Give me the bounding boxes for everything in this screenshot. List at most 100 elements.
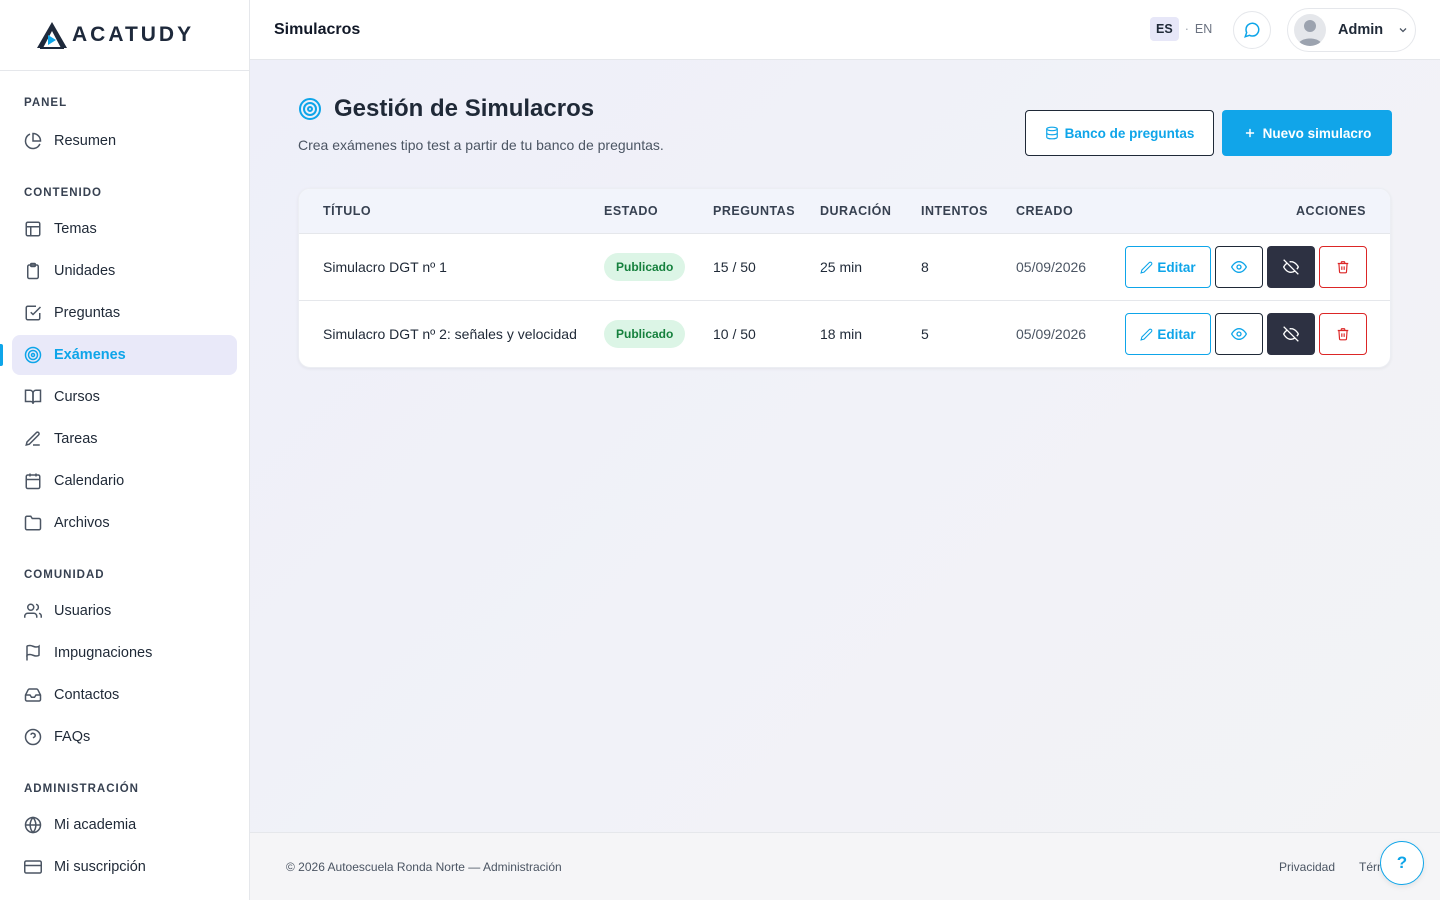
language-switcher: ES · EN [1150,17,1212,41]
sidebar-item-label: FAQs [54,729,91,745]
layout-icon [24,220,42,238]
sidebar-item-tareas[interactable]: Tareas [12,419,237,459]
plus-icon [1245,128,1254,138]
eye-off-icon [1283,259,1299,275]
topbar-title: Simulacros [274,20,361,38]
sidebar: ACATUDY PANEL Resumen CONTENIDO Temas Un… [0,0,250,900]
unpublish-button[interactable] [1267,313,1315,355]
new-exam-label: Nuevo simulacro [1262,125,1372,141]
sidebar-item-examenes[interactable]: Exámenes [0,335,237,375]
user-name: Admin [1338,22,1384,38]
sidebar-item-label: Contactos [54,687,120,703]
sidebar-item-unidades[interactable]: Unidades [12,251,237,291]
lang-separator: · [1184,22,1189,36]
nav-heading-administracion: ADMINISTRACIÓN [24,783,139,795]
sidebar-item-usuarios[interactable]: Usuarios [12,591,237,631]
table-row: Simulacro DGT nº 1 Publicado 15 / 50 25 … [299,234,1390,301]
footer: © 2026 Autoescuela Ronda Norte — Adminis… [250,832,1440,900]
column-header-duration[interactable]: DURACIÓN [820,204,891,218]
sidebar-item-label: Impugnaciones [54,645,153,661]
sidebar-item-label: Exámenes [54,347,126,363]
column-header-status[interactable]: ESTADO [604,204,658,218]
eye-icon [1231,327,1247,341]
eye-icon [1231,260,1247,274]
delete-button[interactable] [1319,246,1367,288]
question-bank-button[interactable]: Banco de preguntas [1025,110,1214,156]
sidebar-item-archivos[interactable]: Archivos [12,503,237,543]
sidebar-item-label: Resumen [54,133,117,149]
exam-questions: 10 / 50 [713,326,756,342]
page-title: Gestión de Simulacros [298,95,664,123]
eye-off-icon [1283,326,1299,342]
sidebar-item-faqs[interactable]: FAQs [12,717,237,757]
column-header-questions[interactable]: PREGUNTAS [713,204,795,218]
exam-created: 05/09/2026 [1016,259,1087,275]
column-header-actions: ACCIONES [1296,204,1366,218]
sidebar-item-label: Tareas [54,431,98,447]
sidebar-item-impugnaciones[interactable]: Impugnaciones [12,633,237,673]
sidebar-item-calendario[interactable]: Calendario [12,461,237,501]
nav-heading-contenido: CONTENIDO [24,187,102,199]
question-bank-label: Banco de preguntas [1064,125,1195,141]
sidebar-item-mi-suscripcion[interactable]: Mi suscripción [12,847,237,887]
sidebar-item-label: Mi academia [54,817,137,833]
help-circle-icon [24,728,42,746]
sidebar-item-preguntas[interactable]: Preguntas [12,293,237,333]
flag-icon [24,644,42,662]
table-row: Simulacro DGT nº 2: señales y velocidad … [299,301,1390,367]
column-header-attempts[interactable]: INTENTOS [921,204,988,218]
exam-title[interactable]: Simulacro DGT nº 2: señales y velocidad [323,326,577,342]
inbox-icon [24,686,42,704]
sidebar-item-label: Archivos [54,515,110,531]
nav-heading-comunidad: COMUNIDAD [24,569,105,581]
sidebar-item-temas[interactable]: Temas [12,209,237,249]
book-open-icon [24,388,42,406]
messages-button[interactable] [1233,11,1271,49]
status-badge: Publicado [604,320,686,348]
sidebar-item-label: Usuarios [54,603,112,619]
help-button[interactable]: ? [1380,841,1424,885]
exam-duration: 25 min [820,259,863,275]
exam-title[interactable]: Simulacro DGT nº 1 [323,259,447,275]
unpublish-button[interactable] [1267,246,1315,288]
lang-en-button[interactable]: EN [1195,22,1212,36]
trash-icon [1337,328,1349,341]
brand-logo[interactable]: ACATUDY [0,0,249,71]
sidebar-item-contactos[interactable]: Contactos [12,675,237,715]
target-icon [24,346,42,364]
status-badge: Publicado [604,253,686,281]
page-subtitle: Crea exámenes tipo test a partir de tu b… [298,137,664,153]
user-avatar-icon [1298,20,1322,46]
pen-icon [24,430,42,448]
trash-icon [1337,261,1349,274]
sidebar-item-label: Preguntas [54,305,121,321]
sidebar-item-cursos[interactable]: Cursos [12,377,237,417]
chat-bubble-icon [1244,22,1260,38]
new-exam-button[interactable]: Nuevo simulacro [1222,110,1392,156]
credit-card-icon [24,858,42,876]
clipboard-icon [24,262,42,280]
page-title-text: Gestión de Simulacros [334,95,595,122]
user-menu-button[interactable]: Admin [1287,8,1416,52]
preview-button[interactable] [1215,246,1263,288]
edit-label: Editar [1157,326,1196,342]
column-header-title[interactable]: TÍTULO [323,204,371,218]
sidebar-item-label: Unidades [54,263,116,279]
preview-button[interactable] [1215,313,1263,355]
edit-button[interactable]: Editar [1125,246,1211,288]
edit-label: Editar [1157,259,1196,275]
delete-button[interactable] [1319,313,1367,355]
column-header-created[interactable]: CREADO [1016,204,1073,218]
sidebar-item-label: Mi suscripción [54,859,146,875]
target-icon [298,97,322,121]
edit-button[interactable]: Editar [1125,313,1211,355]
globe-icon [24,816,42,834]
sidebar-item-resumen[interactable]: Resumen [12,121,237,161]
nav-heading-panel: PANEL [24,97,68,109]
footer-link-privacy[interactable]: Privacidad [1279,860,1335,874]
pie-chart-icon [24,132,42,150]
sidebar-item-mi-academia[interactable]: Mi academia [12,805,237,845]
sidebar-item-label: Cursos [54,389,100,405]
exam-attempts: 5 [921,326,929,342]
lang-es-button[interactable]: ES [1150,17,1179,41]
